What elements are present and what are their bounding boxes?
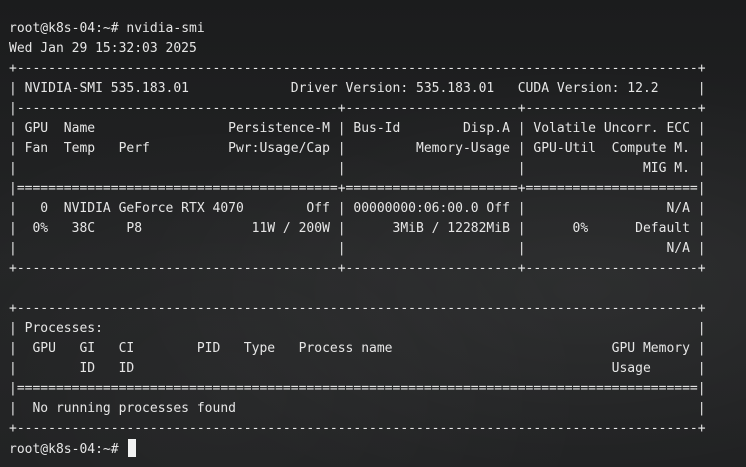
output-line: | No running processes found |: [9, 401, 706, 416]
output-line: | | | MIG M. |: [9, 161, 706, 176]
output-line: | Processes: |: [9, 321, 706, 336]
output-line: +---------------------------------------…: [9, 421, 706, 436]
output-line: |=======================================…: [9, 181, 706, 196]
text-cursor: [128, 439, 137, 457]
shell-prompt-final: root@k8s-04:~#: [9, 442, 119, 457]
output-line: | GPU GI CI PID Type Process name GPU Me…: [9, 341, 706, 356]
output-line: +---------------------------------------…: [9, 301, 706, 316]
output-line: +---------------------------------------…: [9, 61, 706, 76]
active-prompt-line[interactable]: root@k8s-04:~#: [9, 439, 739, 459]
output-line: Wed Jan 29 15:32:03 2025: [9, 41, 197, 56]
command-line: root@k8s-04:~# nvidia-smi: [9, 19, 739, 39]
output-line: | GPU Name Persistence-M | Bus-Id Disp.A…: [9, 121, 706, 136]
output-line: | ID ID Usage |: [9, 361, 706, 376]
command-text: nvidia-smi: [126, 21, 205, 36]
output-line: | Fan Temp Perf Pwr:Usage/Cap | Memory-U…: [9, 141, 706, 156]
output-line: | | | N/A |: [9, 241, 706, 256]
shell-prompt: root@k8s-04:~#: [9, 21, 119, 36]
output-line: +---------------------------------------…: [9, 261, 706, 276]
output-line: | NVIDIA-SMI 535.183.01 Driver Version: …: [9, 81, 706, 96]
command-output: Wed Jan 29 15:32:03 2025 +---------------…: [9, 39, 739, 439]
output-line: |---------------------------------------…: [9, 101, 706, 116]
terminal-window[interactable]: root@k8s-04:~# nvidia-smi Wed Jan 29 15:…: [9, 19, 739, 459]
output-line: |=======================================…: [9, 381, 706, 396]
output-line: | 0 NVIDIA GeForce RTX 4070 Off | 000000…: [9, 201, 706, 216]
output-line: | 0% 38C P8 11W / 200W | 3MiB / 12282MiB…: [9, 221, 706, 236]
